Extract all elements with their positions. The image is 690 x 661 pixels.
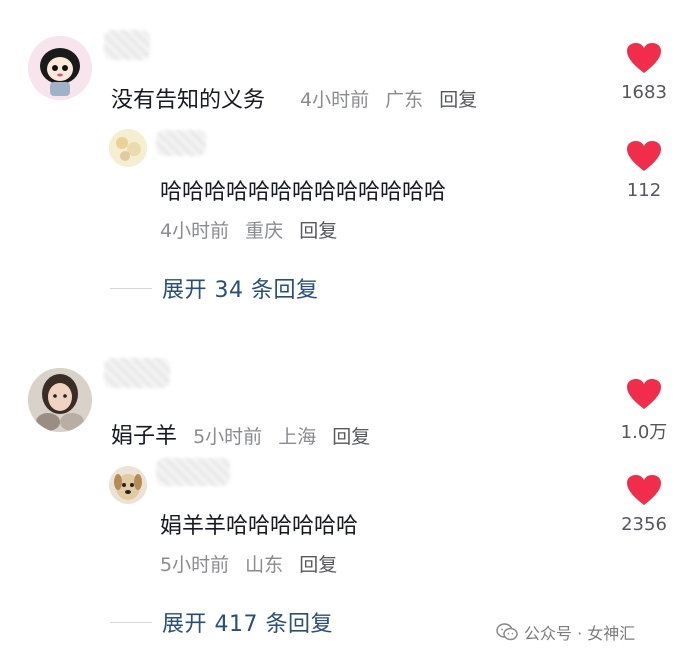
comment-meta: 4小时前 广东 回复 [300,85,477,112]
watermark: 公众号 · 女神汇 [496,620,635,644]
like-button[interactable]: 1.0万 [614,378,674,444]
like-button[interactable]: 1683 [614,42,674,103]
comment-text: 没有告知的义务 [111,88,266,113]
username-hidden[interactable] [104,30,150,60]
comment-location: 广东 [385,89,424,111]
heart-icon [627,475,661,505]
like-count: 112 [626,180,662,201]
reply-button[interactable]: 回复 [299,220,337,242]
reply-button[interactable]: 回复 [332,426,370,448]
wechat-icon [496,623,518,641]
username-hidden[interactable] [104,358,170,388]
reply-meta: 4小时前 重庆 回复 [160,216,337,243]
reply-location: 重庆 [245,220,284,242]
comment-meta: 娟子羊 5小时前 上海 回复 [111,418,370,450]
reply-button[interactable]: 回复 [299,554,337,576]
avatar[interactable] [28,368,92,432]
avatar[interactable] [28,36,92,100]
like-count: 1683 [621,82,667,103]
reply-text: 娟羊羊哈哈哈哈哈哈 [160,514,359,539]
reply-time: 4小时前 [160,220,230,242]
comment-location: 上海 [278,426,317,448]
divider [110,287,152,289]
heart-icon [627,43,661,73]
heart-icon [627,379,661,409]
expand-replies-button[interactable]: 展开 417 条回复 [110,606,333,638]
username-hidden[interactable] [156,458,230,486]
reply-location: 山东 [245,554,284,576]
reply-time: 5小时前 [160,554,230,576]
username-hidden[interactable] [156,130,206,156]
like-count: 1.0万 [620,422,668,443]
like-button[interactable]: 112 [614,140,674,201]
expand-replies-label: 展开 34 条回复 [162,278,319,303]
comment-time: 4小时前 [300,89,370,111]
divider [110,621,152,623]
like-count: 2356 [621,514,667,535]
comment-author: 娟子羊 [111,424,178,449]
like-button[interactable]: 2356 [614,474,674,535]
comment-time: 5小时前 [193,426,263,448]
avatar[interactable] [109,466,147,504]
watermark-text: 公众号 · 女神汇 [524,624,636,643]
avatar[interactable] [109,129,147,167]
heart-icon [627,141,661,171]
reply-button[interactable]: 回复 [439,89,477,111]
reply-meta: 5小时前 山东 回复 [160,550,337,577]
reply-text: 哈哈哈哈哈哈哈哈哈哈哈哈哈 [160,180,447,205]
expand-replies-button[interactable]: 展开 34 条回复 [110,272,318,304]
expand-replies-label: 展开 417 条回复 [162,612,333,637]
